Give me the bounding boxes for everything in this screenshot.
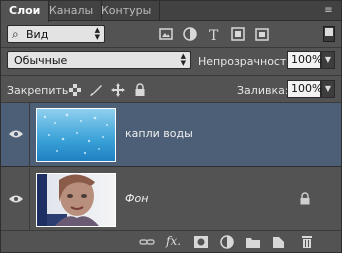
layer-lock-icon (300, 192, 310, 205)
lock-position-icon[interactable] (111, 83, 125, 97)
adjustment-filter-icon[interactable] (181, 25, 199, 43)
layer-row-water-drops[interactable]: капли воды (1, 103, 341, 167)
new-layer-icon[interactable] (271, 235, 287, 249)
visibility-cell[interactable] (1, 168, 30, 231)
opacity-dropdown-button[interactable]: ▼ (321, 51, 335, 69)
fill-dropdown-button[interactable]: ▼ (321, 80, 335, 98)
layers-bottom-toolbar: fx. (1, 230, 341, 252)
add-mask-icon[interactable] (193, 235, 209, 249)
layer-row-background[interactable]: Фон (1, 168, 341, 232)
eye-icon[interactable] (9, 194, 23, 204)
layer-filter-select[interactable]: ⌕ Вид ▲ ▼ (7, 25, 105, 43)
tab-paths[interactable]: Контуры (93, 1, 161, 21)
image-filter-icon[interactable] (157, 25, 175, 43)
delete-layer-icon[interactable] (299, 235, 315, 249)
opacity-label: Непрозрачность: (198, 55, 297, 68)
layer-thumbnail (36, 108, 116, 162)
new-group-icon[interactable] (245, 235, 261, 249)
svg-text:T: T (209, 28, 219, 43)
smart-object-filter-icon[interactable] (253, 25, 271, 43)
layer-thumbnail (36, 173, 116, 227)
updown-icon: ▲ ▼ (180, 52, 186, 67)
fx-icon[interactable]: fx. (166, 234, 181, 248)
layer-name[interactable]: Фон (125, 192, 148, 205)
layers-panel: Слои Каналы Контуры ≡ ⌕ Вид ▲ ▼ T Обычные… (0, 0, 342, 253)
adjustment-layer-icon[interactable] (219, 235, 235, 249)
blend-mode-value: Обычные (14, 54, 68, 67)
lock-all-icon[interactable] (133, 83, 147, 97)
layer-name[interactable]: капли воды (125, 127, 193, 140)
updown-icon: ▲ ▼ (94, 26, 100, 41)
fill-input[interactable]: 100% (287, 80, 322, 98)
shape-filter-icon[interactable] (229, 25, 247, 43)
blend-mode-select[interactable]: Обычные ▲ ▼ (7, 51, 191, 69)
lock-pixels-icon[interactable] (89, 83, 103, 97)
filter-toggle[interactable] (323, 26, 335, 42)
visibility-cell[interactable] (1, 103, 30, 166)
layer-filter-value: Вид (26, 28, 49, 41)
type-filter-icon[interactable]: T (205, 25, 223, 44)
lock-label: Закрепить: (7, 84, 73, 97)
fill-label: Заливка: (237, 84, 289, 97)
link-layers-icon[interactable] (139, 235, 155, 249)
eye-icon[interactable] (9, 129, 23, 139)
opacity-input[interactable]: 100% (287, 51, 322, 69)
panel-tabbar: Слои Каналы Контуры ≡ (1, 1, 341, 22)
search-icon: ⌕ (12, 27, 19, 41)
lock-transparency-icon[interactable] (68, 83, 82, 97)
panel-menu-icon[interactable]: ≡ (322, 5, 335, 17)
